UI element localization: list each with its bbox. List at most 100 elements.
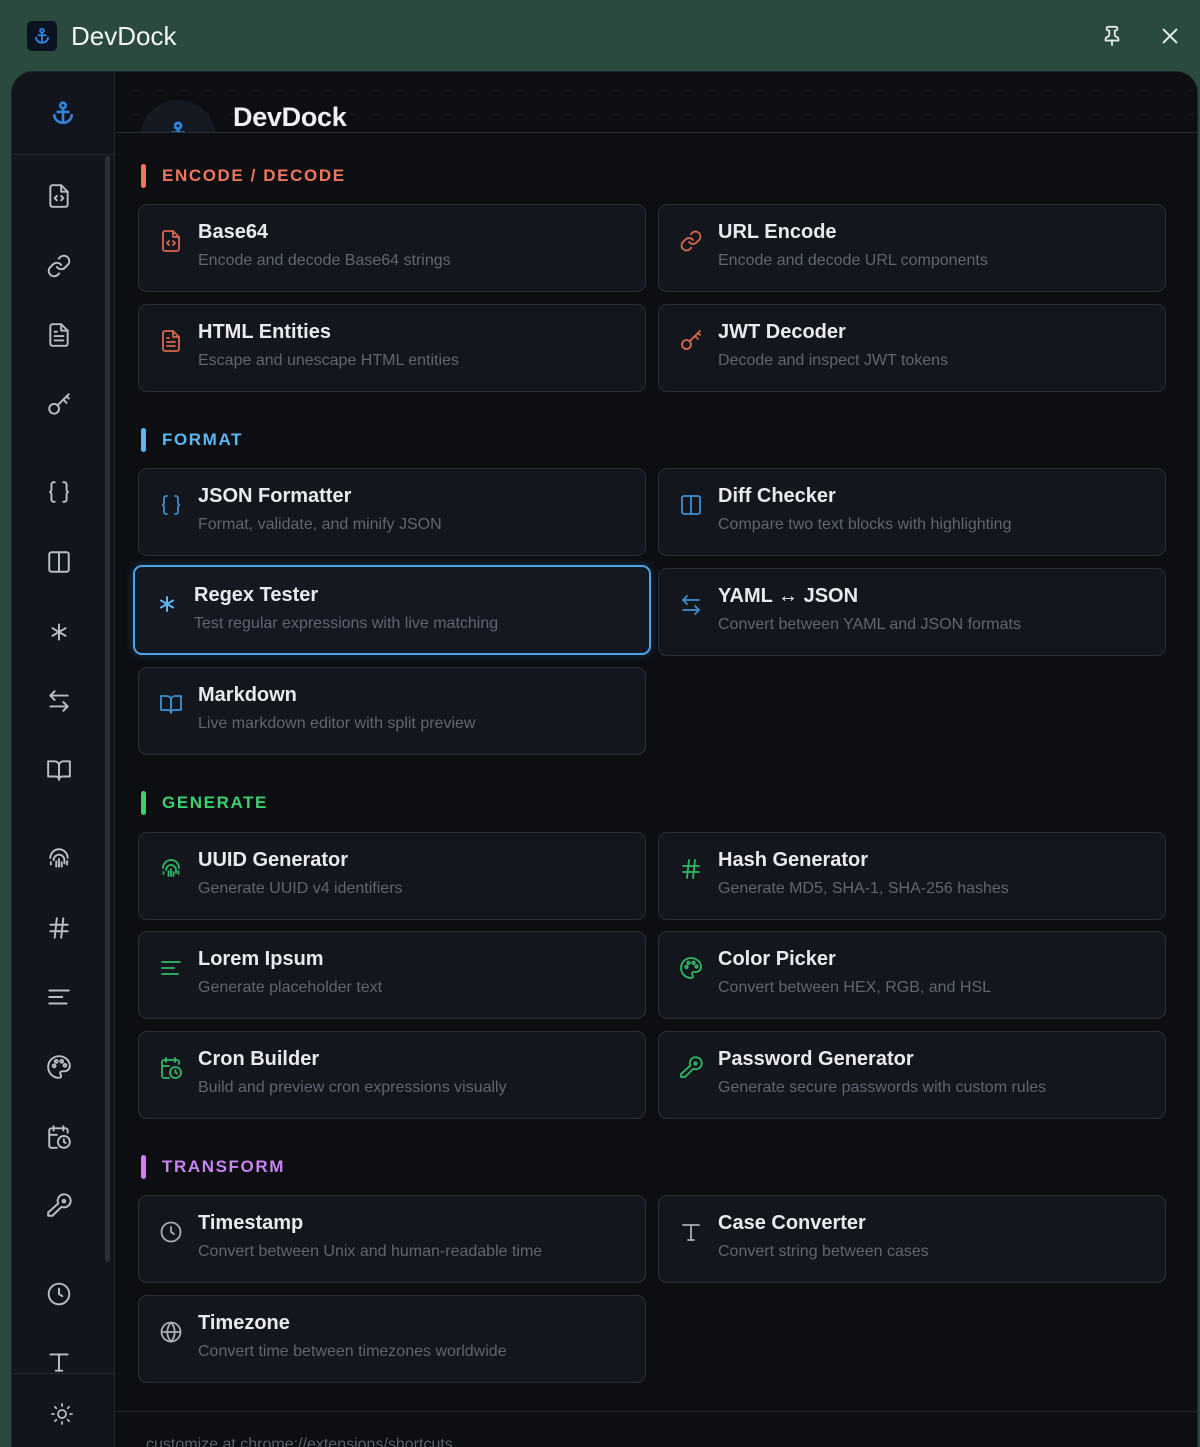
braces-icon: [49, 481, 69, 503]
tool-card-color-picker[interactable]: Color Picker Convert between HEX, RGB, a…: [658, 931, 1166, 1019]
tool-title: YAML ↔ JSON: [718, 585, 859, 607]
sidebar-logo[interactable]: [12, 72, 114, 155]
tool-title: Base64: [198, 221, 269, 243]
columns-icon: [681, 495, 701, 515]
asterisk-icon: [160, 596, 174, 612]
tool-description: Format, validate, and minify JSON: [198, 516, 442, 533]
sidebar-item-cron[interactable]: [34, 1115, 84, 1159]
tool-card-base64[interactable]: Base64 Encode and decode Base64 strings: [138, 204, 646, 292]
tool-card-url-encode[interactable]: URL Encode Encode and decode URL compone…: [658, 204, 1166, 292]
tool-title: HTML Entities: [198, 321, 331, 343]
sidebar-item-timestamp[interactable]: [34, 1272, 84, 1316]
shortcut-hint: customize at chrome://extensions/shortcu…: [146, 1436, 453, 1447]
hash-icon: [682, 859, 700, 879]
tool-description: Encode and decode Base64 strings: [198, 252, 451, 269]
anchor-icon: [27, 21, 57, 51]
clock-icon: [160, 1221, 182, 1243]
section-format: FORMAT: [141, 428, 243, 452]
calendar-clock-icon: [161, 1057, 182, 1079]
tool-description: Convert time between timezones worldwide: [198, 1343, 507, 1360]
sidebar-item-regex[interactable]: [34, 610, 84, 654]
tool-card-json-formatter[interactable]: JSON Formatter Format, validate, and min…: [138, 468, 646, 556]
tool-title: JWT Decoder: [718, 321, 846, 343]
tool-card-jwt-decoder[interactable]: JWT Decoder Decode and inspect JWT token…: [658, 304, 1166, 392]
section-marker: [141, 791, 146, 815]
columns-icon: [48, 551, 70, 573]
tool-description: Build and preview cron expressions visua…: [198, 1079, 507, 1096]
tool-description: Compare two text blocks with highlightin…: [718, 516, 1012, 533]
sidebar-item-url[interactable]: [34, 244, 84, 288]
tool-card-diff-checker[interactable]: Diff Checker Compare two text blocks wit…: [658, 468, 1166, 556]
tool-description: Convert between Unix and human-readable …: [198, 1243, 543, 1260]
tool-title: Cron Builder: [198, 1048, 320, 1070]
file-text-icon: [162, 330, 180, 352]
sidebar-item-uuid[interactable]: [34, 837, 84, 881]
asterisk-icon: [51, 623, 67, 641]
text-lines-icon: [161, 961, 181, 975]
tool-description: Convert between HEX, RGB, and HSL: [718, 979, 992, 996]
sidebar-item-base64[interactable]: [34, 174, 84, 218]
tool-card-uuid-generator[interactable]: UUID Generator Generate UUID v4 identifi…: [138, 832, 646, 920]
devdock-panel: DevDock ENCODE / DECODE Base64 Encode an…: [11, 71, 1198, 1447]
tool-card-hash-generator[interactable]: Hash Generator Generate MD5, SHA-1, SHA-…: [658, 832, 1166, 920]
tool-title: Diff Checker: [718, 485, 836, 507]
tool-card-password-generator[interactable]: Password Generator Generate secure passw…: [658, 1031, 1166, 1119]
palette-icon: [680, 957, 702, 979]
tool-title: Color Picker: [718, 948, 836, 970]
sidebar: [12, 72, 115, 1447]
tool-title: Password Generator: [718, 1048, 914, 1070]
tool-description: Convert string between cases: [718, 1243, 929, 1260]
tool-card-yaml-json[interactable]: YAML ↔ JSON Convert between YAML and JSO…: [658, 568, 1166, 656]
sidebar-item-jwt[interactable]: [34, 383, 84, 427]
link-icon: [47, 254, 71, 278]
tool-card-regex-tester[interactable]: Regex Tester Test regular expressions wi…: [133, 565, 651, 655]
main-header: DevDock: [116, 72, 1197, 133]
tool-description: Generate secure passwords with custom ru…: [718, 1079, 1047, 1096]
close-icon[interactable]: [1156, 22, 1184, 50]
pin-icon[interactable]: [1098, 22, 1126, 50]
tool-card-cron-builder[interactable]: Cron Builder Build and preview cron expr…: [138, 1031, 646, 1119]
sidebar-item-json[interactable]: [34, 470, 84, 514]
section-transform: TRANSFORM: [141, 1155, 285, 1179]
book-icon: [160, 695, 182, 714]
tool-description: Decode and inspect JWT tokens: [718, 352, 949, 369]
key-round-icon: [680, 1056, 703, 1078]
tool-title: Regex Tester: [194, 584, 319, 606]
tool-title: UUID Generator: [198, 849, 349, 871]
tool-card-timestamp[interactable]: Timestamp Convert between Unix and human…: [138, 1195, 646, 1283]
tool-card-lorem-ipsum[interactable]: Lorem Ipsum Generate placeholder text: [138, 931, 646, 1019]
sidebar-item-password[interactable]: [34, 1184, 84, 1228]
book-icon: [47, 760, 71, 781]
theme-toggle[interactable]: [40, 1392, 84, 1436]
tool-card-timezone[interactable]: Timezone Convert time between timezones …: [138, 1295, 646, 1383]
sidebar-item-html[interactable]: [34, 313, 84, 357]
sidebar-item-diff[interactable]: [34, 540, 84, 584]
section-label: GENERATE: [162, 793, 268, 812]
link-icon: [680, 230, 702, 252]
tool-description: Generate UUID v4 identifiers: [198, 880, 403, 897]
tool-title: Lorem Ipsum: [198, 948, 324, 970]
tool-description: Generate MD5, SHA-1, SHA-256 hashes: [718, 880, 1009, 897]
tool-card-case-converter[interactable]: Case Converter Convert string between ca…: [658, 1195, 1166, 1283]
main-content: DevDock ENCODE / DECODE Base64 Encode an…: [116, 72, 1197, 1447]
sidebar-item-hash[interactable]: [34, 906, 84, 950]
file-code-icon: [49, 184, 69, 208]
sidebar-item-yaml[interactable]: [34, 679, 84, 723]
tool-title: Markdown: [198, 684, 297, 706]
tool-description: Escape and unescape HTML entities: [198, 352, 459, 369]
tool-card-markdown[interactable]: Markdown Live markdown editor with split…: [138, 667, 646, 755]
key-round-icon: [47, 1193, 72, 1217]
tool-card-html-entities[interactable]: HTML Entities Escape and unescape HTML e…: [138, 304, 646, 392]
sidebar-footer: [12, 1373, 115, 1447]
sidebar-scrollbar[interactable]: [105, 156, 110, 1262]
tool-title: Case Converter: [718, 1212, 866, 1234]
type-icon: [49, 1353, 69, 1372]
sidebar-item-color[interactable]: [34, 1045, 84, 1089]
globe-icon: [160, 1321, 182, 1343]
key-icon: [48, 393, 70, 415]
sidebar-item-markdown[interactable]: [34, 748, 84, 792]
hash-icon: [49, 917, 69, 939]
sidebar-item-lorem[interactable]: [34, 975, 84, 1019]
key-icon: [681, 330, 701, 350]
fingerprint-icon: [162, 859, 180, 877]
